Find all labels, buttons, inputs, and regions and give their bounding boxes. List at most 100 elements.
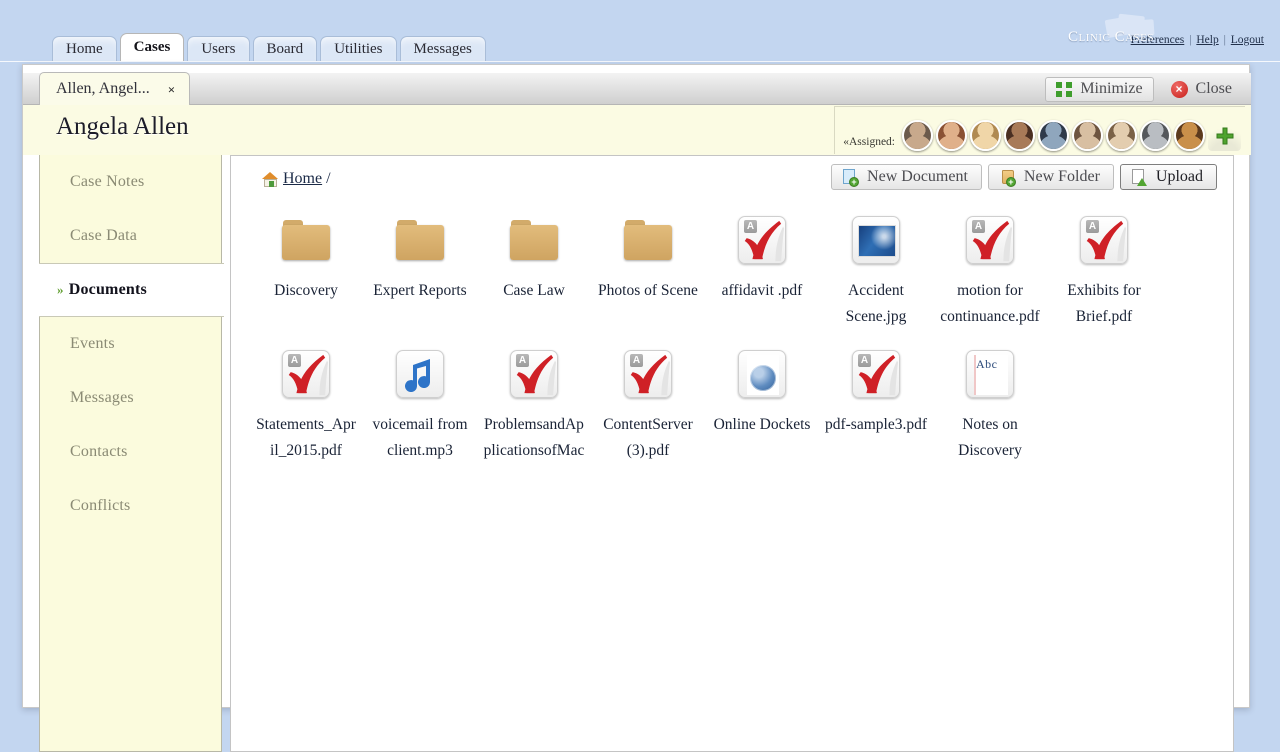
plus-icon xyxy=(1215,126,1235,146)
file-item[interactable]: A Statements_April_2015.pdf xyxy=(250,338,362,466)
avatar[interactable] xyxy=(1072,120,1103,151)
assignee-avatars xyxy=(902,120,1205,151)
avatar[interactable] xyxy=(970,120,1001,151)
avatar[interactable] xyxy=(936,120,967,151)
file-item[interactable]: Aaffidavit .pdf xyxy=(706,204,818,332)
nav-tab-label: Messages xyxy=(414,41,472,58)
pdf-icon-body: A xyxy=(966,216,1014,264)
file-item[interactable]: Apdf-sample3.pdf xyxy=(820,338,932,466)
file-item[interactable]: AProblemsandApplicationsofMachine xyxy=(478,338,590,466)
sidebar-item-label: Conflicts xyxy=(70,497,130,515)
assigned-label: «Assigned: xyxy=(843,136,895,151)
close-button[interactable]: × Close xyxy=(1160,77,1243,102)
avatar[interactable] xyxy=(902,120,933,151)
avatar[interactable] xyxy=(1140,120,1171,151)
new-folder-label: New Folder xyxy=(1024,168,1100,186)
file-name-label: affidavit .pdf xyxy=(710,278,814,304)
pdf-swoosh xyxy=(739,217,785,263)
sidebar-item-case-notes[interactable]: Case Notes xyxy=(40,155,221,209)
file-item[interactable]: AExhibits for Brief.pdf xyxy=(1048,204,1160,332)
nav-tab-messages[interactable]: Messages xyxy=(400,36,486,61)
avatar-image xyxy=(1040,122,1067,149)
web-link-icon xyxy=(738,350,786,398)
new-document-label: New Document xyxy=(867,168,968,186)
avatar[interactable] xyxy=(1174,120,1205,151)
nav-tab-label: Cases xyxy=(134,39,171,56)
file-name-label: Statements_April_2015.pdf xyxy=(254,412,358,464)
file-item[interactable]: AbcNotes on Discovery xyxy=(934,338,1046,466)
assigned-users-bar: «Assigned: xyxy=(834,106,1245,154)
folder-item[interactable]: Photos of Scene xyxy=(592,204,704,332)
file-item[interactable]: Accident Scene.jpg xyxy=(820,204,932,332)
user-link-help[interactable]: Help xyxy=(1196,34,1218,46)
user-link-logout[interactable]: Logout xyxy=(1231,34,1264,46)
file-item[interactable]: voicemail from client.mp3 xyxy=(364,338,476,466)
file-item[interactable]: A ContentServer (3).pdf xyxy=(592,338,704,466)
nav-tab-utilities[interactable]: Utilities xyxy=(320,36,396,61)
nav-tab-cases[interactable]: Cases xyxy=(120,33,185,61)
nav-tab-label: Users xyxy=(201,41,235,58)
app-header: HomeCasesUsersBoardUtilitiesMessages Cli… xyxy=(0,0,1280,62)
upload-button[interactable]: Upload xyxy=(1120,164,1217,190)
nav-tab-label: Utilities xyxy=(334,41,382,58)
sidebar-item-label: Messages xyxy=(70,389,134,407)
new-document-button[interactable]: + New Document xyxy=(831,164,982,190)
active-marker-icon: » xyxy=(57,282,64,298)
file-item[interactable]: Amotion for continuance.pdf xyxy=(934,204,1046,332)
pdf-swoosh xyxy=(853,351,899,397)
file-name-label: Case Law xyxy=(482,278,586,304)
add-assignee-button[interactable] xyxy=(1208,120,1241,151)
close-icon: × xyxy=(1171,81,1188,98)
window-tab[interactable]: Allen, Angel... × xyxy=(39,72,190,105)
sidebar-item-label: Events xyxy=(70,335,115,353)
sidebar-item-label: Documents xyxy=(69,281,147,299)
avatar[interactable] xyxy=(1004,120,1035,151)
pdf-icon-body: A xyxy=(738,216,786,264)
close-label: Close xyxy=(1196,80,1232,98)
window-tab-close-icon[interactable]: × xyxy=(168,83,175,96)
folder-icon-wrap xyxy=(620,212,676,268)
file-name-label: Online Dockets xyxy=(710,412,814,438)
sidebar-item-contacts[interactable]: Contacts xyxy=(40,425,221,479)
new-folder-button[interactable]: + New Folder xyxy=(988,164,1114,190)
folder-item[interactable]: Case Law xyxy=(478,204,590,332)
file-name-label: Discovery xyxy=(254,278,358,304)
file-name-label: ContentServer (3).pdf xyxy=(596,412,700,464)
sidebar-item-events[interactable]: Events xyxy=(40,317,221,371)
avatar-image xyxy=(1176,122,1203,149)
file-name-label: Photos of Scene xyxy=(596,278,700,304)
pdf-icon-body: A xyxy=(852,350,900,398)
music-note-icon xyxy=(397,351,444,398)
breadcrumb-home-link[interactable]: Home xyxy=(283,170,322,188)
folder-item[interactable]: Expert Reports xyxy=(364,204,476,332)
file-name-label: voicemail from client.mp3 xyxy=(368,412,472,464)
nav-tab-board[interactable]: Board xyxy=(253,36,318,61)
window-tab-title: Allen, Angel... xyxy=(56,80,150,98)
avatar[interactable] xyxy=(1106,120,1137,151)
case-header: Angela Allen «Assigned: xyxy=(23,105,1251,155)
avatar-image xyxy=(1142,122,1169,149)
folder-icon xyxy=(510,220,558,260)
pdf-icon-body: A xyxy=(282,350,330,398)
nav-tab-home[interactable]: Home xyxy=(52,36,117,61)
sidebar-item-case-data[interactable]: Case Data xyxy=(40,209,221,263)
window-controls: Minimize × Close xyxy=(1045,76,1243,102)
note-icon-wrap: Abc xyxy=(962,346,1018,402)
avatar-image xyxy=(904,122,931,149)
folder-icon-wrap xyxy=(392,212,448,268)
file-grid: Discovery Expert Reports Case Law Photos of… xyxy=(249,204,1215,472)
pdf-icon-wrap: A xyxy=(848,346,904,402)
minimize-button[interactable]: Minimize xyxy=(1045,77,1153,102)
minimize-label: Minimize xyxy=(1080,80,1142,98)
avatar-image xyxy=(1074,122,1101,149)
file-name-label: Expert Reports xyxy=(368,278,472,304)
pdf-icon-wrap: A xyxy=(620,346,676,402)
sidebar-item-messages[interactable]: Messages xyxy=(40,371,221,425)
folder-item[interactable]: Discovery xyxy=(250,204,362,332)
avatar[interactable] xyxy=(1038,120,1069,151)
sidebar-item-conflicts[interactable]: Conflicts xyxy=(40,479,221,533)
sidebar-item-documents[interactable]: » Documents xyxy=(39,263,224,317)
file-item[interactable]: Online Dockets xyxy=(706,338,818,466)
pdf-swoosh xyxy=(511,351,557,397)
nav-tab-users[interactable]: Users xyxy=(187,36,249,61)
